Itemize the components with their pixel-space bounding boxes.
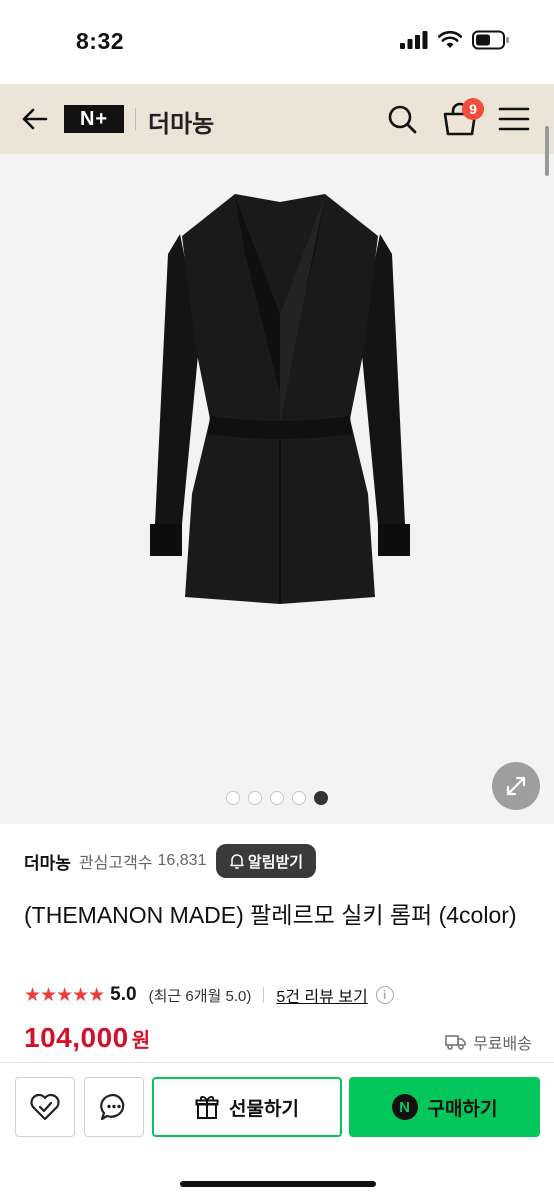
gift-button[interactable]: 선물하기 [152, 1077, 342, 1137]
gallery-dot[interactable] [248, 791, 262, 805]
talktalk-chat-button[interactable] [84, 1077, 144, 1137]
delivery-truck-icon [445, 1035, 466, 1050]
brand-divider [135, 108, 136, 130]
heart-check-icon [30, 1093, 60, 1121]
search-icon[interactable] [386, 103, 418, 135]
gallery-dot-active[interactable] [314, 791, 328, 805]
product-title: (THEMANON MADE) 팔레르모 실키 롬퍼 (4color) [24, 902, 517, 928]
home-indicator [180, 1181, 376, 1187]
gift-button-label: 선물하기 [229, 1098, 299, 1120]
gallery-pagination [226, 791, 328, 805]
page-scrollbar[interactable] [545, 126, 549, 176]
hamburger-menu-icon[interactable] [498, 105, 530, 133]
cart-count-badge: 9 [462, 98, 484, 120]
wishlist-button[interactable] [15, 1077, 75, 1137]
back-arrow-icon[interactable] [20, 104, 50, 134]
bell-plus-icon [230, 854, 244, 869]
status-bar: 8:32 [0, 0, 554, 84]
follower-label: 관심고객수 [78, 855, 153, 872]
status-icons [400, 30, 510, 50]
battery-icon [472, 30, 509, 50]
rating-row: ★★★★★ 5.0 (최근 6개월 5.0) 5건 리뷰 보기 i [24, 982, 394, 1008]
alert-button-label: 알림받기 [247, 853, 304, 871]
signal-icon [400, 31, 428, 49]
buy-button-label: 구매하기 [427, 1098, 498, 1120]
bottom-action-bar: 선물하기 N 구매하기 [0, 1062, 554, 1200]
seller-row: 더마농 관심고객수 16,831 [24, 844, 206, 878]
buy-button[interactable]: N 구매하기 [349, 1077, 540, 1137]
shipping-info: 무료배송 [445, 1030, 532, 1054]
recent-rating: (최근 6개월 5.0) [148, 987, 252, 1005]
alert-subscribe-button[interactable]: 알림받기 [216, 844, 316, 878]
product-price: 104,000 [24, 1022, 129, 1053]
rating-stars: ★★★★★ [24, 984, 105, 1006]
rating-score: 5.0 [110, 984, 137, 1005]
price-unit: 원 [131, 1030, 151, 1052]
brand-logo-text: N+ [79, 107, 109, 130]
gift-icon [195, 1096, 219, 1119]
status-time: 8:32 [76, 28, 125, 54]
seller-name[interactable]: 더마농 [24, 849, 71, 874]
gallery-dot[interactable] [226, 791, 240, 805]
product-photo [150, 194, 410, 604]
review-link[interactable]: 5건 리뷰 보기 [276, 983, 367, 1007]
product-image-gallery[interactable] [0, 154, 554, 824]
follower-count: 16,831 [157, 852, 207, 869]
rating-divider [263, 987, 265, 1003]
naver-plus-logo[interactable]: N+ [64, 105, 124, 133]
store-name[interactable]: 더마농 [148, 104, 214, 139]
naver-pay-icon: N [391, 1094, 418, 1120]
shipping-label: 무료배송 [473, 1036, 532, 1053]
info-icon[interactable]: i [375, 986, 394, 1004]
gallery-dot[interactable] [292, 791, 306, 805]
gallery-dot[interactable] [270, 791, 284, 805]
wifi-icon [438, 31, 462, 48]
expand-image-button[interactable] [492, 762, 540, 810]
price-row: 104,000 원 [24, 1022, 150, 1062]
expand-icon [506, 776, 526, 796]
chat-bubble-icon [100, 1093, 125, 1121]
